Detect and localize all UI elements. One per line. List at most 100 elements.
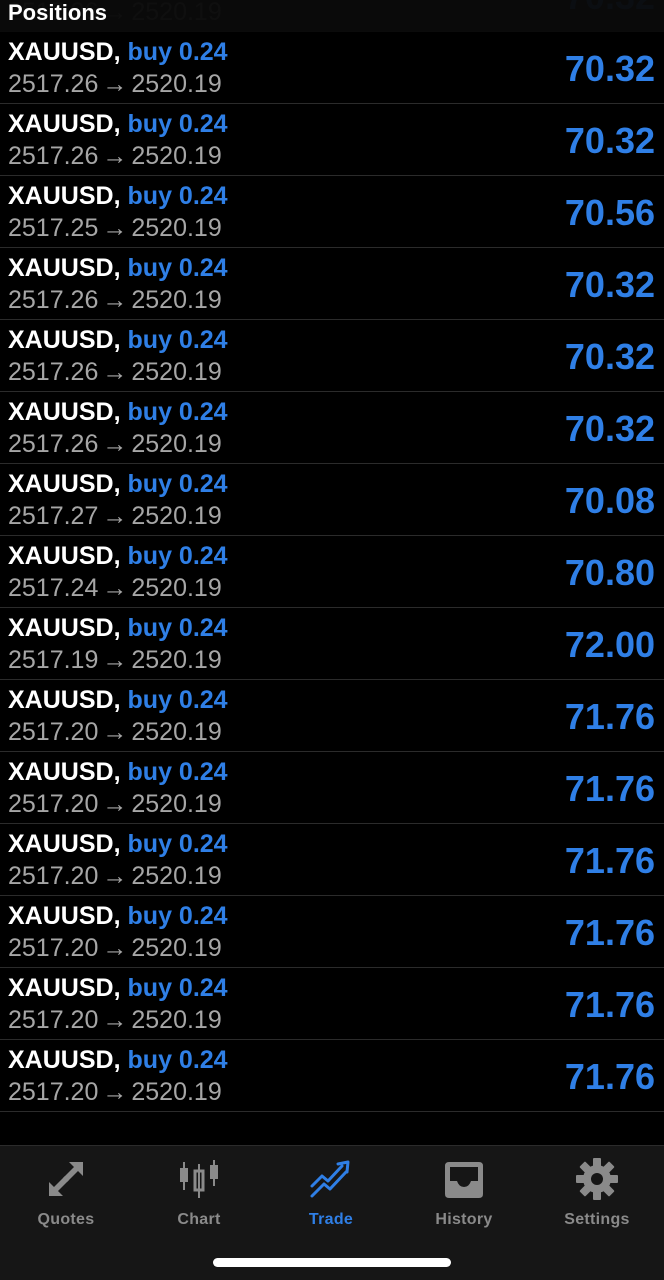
position-title: XAUUSD, buy 0.24 [8,468,228,500]
position-symbol: XAUUSD [8,398,114,426]
position-title: XAUUSD, buy 0.24 [8,972,228,1004]
position-profit: 71.76 [564,768,655,809]
position-row[interactable]: XAUUSD, buy 0.24 2517.20 → 2520.19 71.76 [0,896,664,968]
open-price: 2517.20 [8,934,99,962]
position-row[interactable]: XAUUSD, buy 0.24 2517.19 → 2520.19 72.00 [0,608,664,680]
position-row[interactable]: XAUUSD, buy 0.24 2517.27 → 2520.19 70.08 [0,464,664,536]
open-price: 2517.20 [8,718,99,746]
position-row[interactable]: XAUUSD, buy 0.24 2517.20 → 2520.19 71.76 [0,680,664,752]
position-row[interactable]: XAUUSD,buy 0.242517.26→2520.1970.32 [0,248,664,320]
position-title: XAUUSD, buy 0.24 [8,684,228,716]
position-symbol: XAUUSD [8,686,114,714]
current-price: 2520.19 [131,430,222,458]
arrow-right-icon: → [102,790,128,818]
position-side-volume: buy 0.24 [127,614,228,642]
current-price: 2520.19 [131,142,222,170]
position-prices: 2517.20 → 2520.19 [8,932,222,964]
current-price: 2520.19 [131,502,222,530]
position-separator: , [113,614,121,642]
position-profit: 71.76 [564,912,655,953]
position-symbol: XAUUSD [8,254,114,282]
position-row[interactable]: XAUUSD, buy 0.24 2517.24 → 2520.19 70.80 [0,536,664,608]
position-prices: 2517.19 → 2520.19 [8,644,222,676]
position-side-volume: buy 0.24 [127,38,228,66]
tab-quotes[interactable]: Quotes [0,1156,132,1236]
current-price: 2520.19 [131,862,222,890]
gear-icon [576,1158,618,1200]
position-symbol: XAUUSD [8,38,114,66]
position-profit: 70.32 [564,120,655,161]
position-row[interactable]: XAUUSD,buy 0.242517.26→2520.1970.32 [0,32,664,104]
position-symbol: XAUUSD [8,326,114,354]
position-profit: 72.00 [564,624,655,665]
open-price: 2517.26 [8,286,99,314]
arrow-right-icon: → [102,214,128,242]
position-row[interactable]: XAUUSD,buy 0.242517.26→2520.1970.32 [0,392,664,464]
position-prices: 2517.24 → 2520.19 [8,572,222,604]
position-title: XAUUSD, buy 0.24 [8,900,228,932]
positions-list[interactable]: XAUUSD, buy 0.24 2517.26 → 2520.19 70.32 XAUUS… [0,0,664,1145]
position-side-volume: buy 0.24 [127,1046,228,1074]
arrow-right-icon: → [102,430,128,458]
candlestick-chart-icon [180,1160,218,1198]
open-price: 2517.20 [8,790,99,818]
position-title: XAUUSD, buy 0.24 [8,828,228,860]
position-row[interactable]: XAUUSD, buy 0.24 2517.25 → 2520.19 70.56 [0,176,664,248]
position-prices: 2517.26→2520.19 [8,68,222,100]
position-symbol: XAUUSD [8,182,114,210]
position-row[interactable]: XAUUSD, buy 0.24 2517.20 → 2520.19 71.76 [0,1040,664,1112]
tab-chart-label: Chart [177,1211,221,1228]
position-separator: , [113,326,121,354]
position-prices: 2517.26→2520.19 [8,428,222,460]
position-separator: , [113,758,121,786]
positions-rows: XAUUSD, buy 0.24 2517.26 → 2520.19 70.32 XAUUS… [0,0,664,1112]
home-indicator [213,1258,451,1267]
tab-history[interactable]: History [398,1156,530,1236]
position-symbol: XAUUSD [8,1046,114,1074]
position-row[interactable]: XAUUSD,buy 0.242517.26→2520.1970.32 [0,104,664,176]
position-row[interactable]: XAUUSD, buy 0.24 2517.20 → 2520.19 71.76 [0,752,664,824]
position-prices: 2517.20 → 2520.19 [8,716,222,748]
current-price: 2520.19 [131,70,222,98]
position-row[interactable]: XAUUSD, buy 0.24 2517.20 → 2520.19 71.76 [0,968,664,1040]
position-separator: , [113,398,121,426]
position-separator: , [113,38,121,66]
position-profit: 70.08 [564,480,655,521]
trade-trend-icon [310,1160,350,1198]
open-price: 2517.26 [8,430,99,458]
position-separator: , [113,830,121,858]
position-side-volume: buy 0.24 [127,326,228,354]
position-title: XAUUSD, buy 0.24 [8,108,228,140]
position-profit: 71.76 [564,1056,655,1097]
position-row[interactable]: XAUUSD, buy 0.24 2517.20 → 2520.19 71.76 [0,824,664,896]
position-side-volume: buy 0.24 [127,830,228,858]
tab-trade-label: Trade [308,1211,354,1228]
position-symbol: XAUUSD [8,470,114,498]
current-price: 2520.19 [131,286,222,314]
open-price: 2517.25 [8,214,99,242]
position-profit: 70.32 [564,264,655,305]
arrow-right-icon: → [102,862,128,890]
position-title: XAUUSD, buy 0.24 [8,324,228,356]
open-price: 2517.20 [8,1006,99,1034]
position-side-volume: buy 0.24 [127,470,228,498]
position-row[interactable]: XAUUSD,buy 0.242517.26→2520.1970.32 [0,320,664,392]
position-title: XAUUSD, buy 0.24 [8,36,228,68]
open-price: 2517.27 [8,502,99,530]
position-side-volume: buy 0.24 [127,398,228,426]
tab-quotes-label: Quotes [37,1211,95,1228]
inbox-tray-icon [445,1162,483,1198]
position-side-volume: buy 0.24 [127,110,228,138]
page-title: Positions [8,0,108,25]
position-prices: 2517.26→2520.19 [8,356,222,388]
tab-chart[interactable]: Chart [133,1156,265,1236]
tab-settings[interactable]: Settings [531,1156,663,1236]
tab-trade[interactable]: Trade [265,1156,397,1236]
position-symbol: XAUUSD [8,974,114,1002]
arrow-right-icon: → [102,358,128,386]
arrow-right-icon: → [102,1078,128,1106]
position-prices: 2517.26→2520.19 [8,284,222,316]
position-symbol: XAUUSD [8,614,114,642]
position-symbol: XAUUSD [8,758,114,786]
current-price: 2520.19 [131,214,222,242]
